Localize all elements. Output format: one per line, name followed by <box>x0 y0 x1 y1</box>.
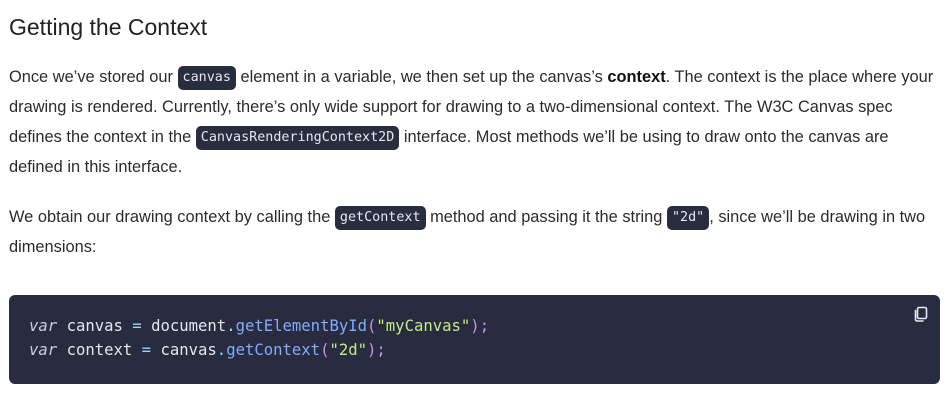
code-function: getElementById <box>235 317 368 335</box>
code-string: "myCanvas" <box>376 317 471 335</box>
paragraph-line: We obtain our drawing context by calling… <box>9 202 925 232</box>
code-paren-close: ) <box>367 341 377 359</box>
code-operator: = <box>141 341 152 359</box>
paragraph-line: Once we’ve stored our canvas element in … <box>9 62 933 92</box>
code-identifier: canvas <box>66 317 123 335</box>
code-line-1: var canvas = document.getElementById("my… <box>29 314 489 338</box>
text: Once we’ve stored our <box>9 68 178 86</box>
text: We obtain our drawing context by calling… <box>9 208 335 226</box>
paragraph-context-intro: Once we’ve stored our canvas element in … <box>9 62 933 182</box>
code-content[interactable]: var canvas = document.getElementById("my… <box>29 314 489 362</box>
code-dot: . <box>226 317 236 335</box>
inline-code-canvas-rendering-context: CanvasRenderingContext2D <box>195 126 400 150</box>
copy-icon <box>914 306 928 322</box>
paragraph-line: defined in this interface. <box>9 158 183 176</box>
paragraph-get-context: We obtain our drawing context by calling… <box>9 202 925 262</box>
paragraph-line: drawing is rendered. Currently, there’s … <box>9 98 893 116</box>
code-line-2: var context = canvas.getContext("2d"); <box>29 338 489 362</box>
code-paren-open: ( <box>367 317 377 335</box>
code-dot: . <box>216 341 227 359</box>
section-heading: Getting the Context <box>9 14 208 40</box>
code-object: canvas <box>160 341 217 359</box>
bold-term-context: context <box>607 68 666 86</box>
inline-code-canvas: canvas <box>177 66 236 90</box>
text: interface. Most methods we’ll be using t… <box>399 128 889 146</box>
inline-code-2d-string: "2d" <box>666 206 710 230</box>
text: method and passing it the string <box>425 208 667 226</box>
code-paren-close: ) <box>470 317 480 335</box>
code-block[interactable]: var canvas = document.getElementById("my… <box>9 295 940 384</box>
text: element in a variable, we then set up th… <box>235 68 608 86</box>
text: . The context is the place where your <box>665 68 934 86</box>
paragraph-line: defines the context in the CanvasRenderi… <box>9 122 933 152</box>
code-string: "2d" <box>329 341 368 359</box>
code-operator: = <box>132 317 142 335</box>
code-keyword: var <box>29 317 58 335</box>
inline-code-get-context: getContext <box>334 206 426 230</box>
code-object: document <box>151 317 227 335</box>
code-identifier: context <box>66 341 133 359</box>
text: defines the context in the <box>9 128 196 146</box>
article: Getting the Context Once we’ve stored ou… <box>0 0 952 401</box>
code-semicolon: ; <box>479 317 490 335</box>
code-semicolon: ; <box>376 341 386 359</box>
copy-code-button[interactable] <box>911 304 931 324</box>
text: , since we’ll be drawing in two <box>709 208 926 226</box>
code-function: getContext <box>226 341 321 359</box>
paragraph-line: dimensions: <box>9 238 97 256</box>
code-keyword: var <box>29 341 58 359</box>
